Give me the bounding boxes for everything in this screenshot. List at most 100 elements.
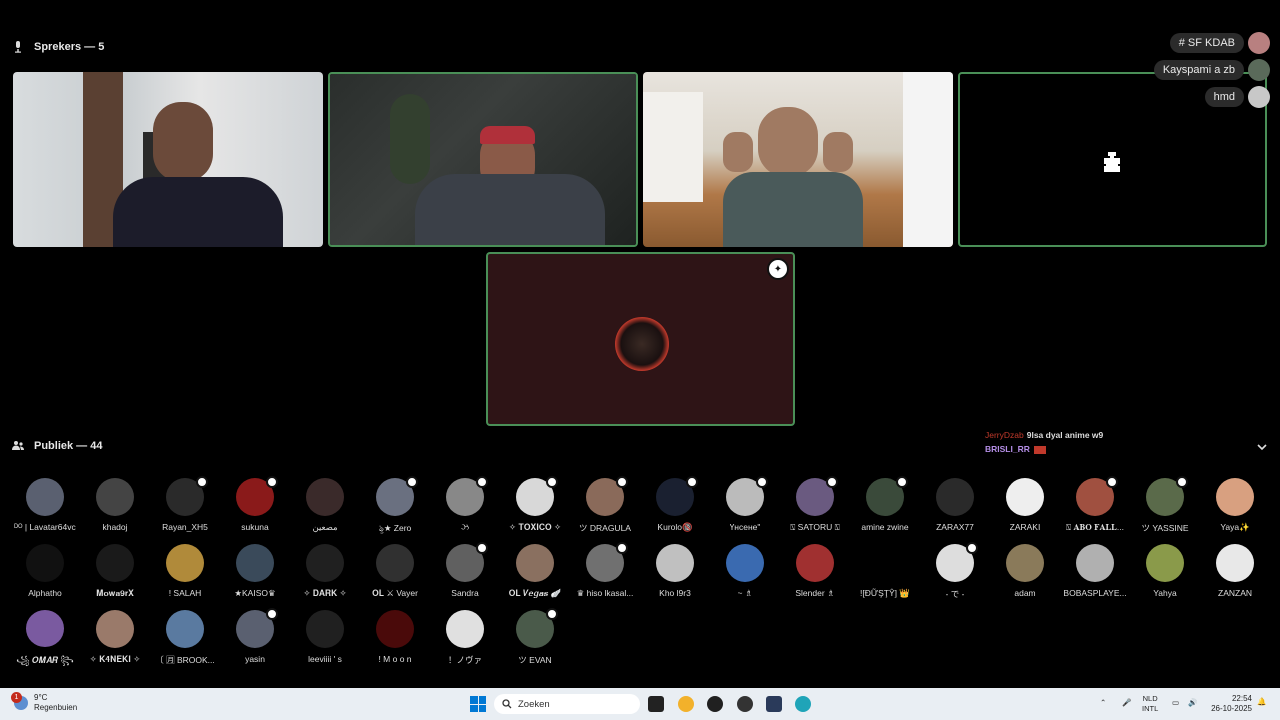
network-icon[interactable]: ▭: [1172, 698, 1179, 708]
person-arm: [723, 132, 753, 172]
audience-member[interactable]: ツ DRAGULA: [570, 476, 640, 538]
audience-member[interactable]: ! SALAH: [150, 542, 220, 604]
audience-member[interactable]: leeviiii ' s: [290, 608, 360, 670]
audience-member[interactable]: ᴰᴼ | Lavatar64vc: [10, 476, 80, 538]
audience-name: ! SALAH: [168, 588, 202, 598]
app-icon[interactable]: [737, 696, 753, 712]
audience-name: amine zwine: [861, 522, 909, 532]
notification-badge: 1: [11, 692, 22, 703]
audience-member[interactable]: Yaya✨: [1200, 476, 1270, 538]
audience-member[interactable]: ⍂ 𝐀𝐁𝐎 𝐅𝐀𝐋𝐋...: [1060, 476, 1130, 538]
status-badge-icon: [266, 476, 278, 488]
audience-member[interactable]: 𝐎𝐋 𝑽𝒆𝒈𝒂𝒔 🪽: [500, 542, 570, 604]
audience-member[interactable]: ✧ 𝐃𝐀𝐑𝐊 ✧: [290, 542, 360, 604]
audience-name: ꧁ 𝑶𝑴𝑨𝑹 ꧂: [16, 654, 74, 665]
audience-member[interactable]: 𝐎𝐋 ⚔ Vayer: [360, 542, 430, 604]
flag-icon: [1033, 445, 1046, 454]
clock[interactable]: 22:54 26-10-2025: [1211, 694, 1252, 714]
audience-member[interactable]: khadoj: [80, 476, 150, 538]
chevron-down-icon[interactable]: [1256, 441, 1268, 453]
audience-member[interactable]: sukuna: [220, 476, 290, 538]
chat-username[interactable]: JerryDzab: [985, 430, 1024, 440]
audience-member[interactable]: adam: [990, 542, 1060, 604]
audience-member[interactable]: ZARAKI: [990, 476, 1060, 538]
audience-member[interactable]: ZANZAN: [1200, 542, 1270, 604]
taskbar: 1 9°C Regenbuien Zoeken ⌃ 🎤 NLD INTL ▭ 🔊…: [0, 688, 1280, 720]
audience-member[interactable]: ! M o o n: [360, 608, 430, 670]
audience-member[interactable]: Үнсене": [710, 476, 780, 538]
audience-member[interactable]: ⍂ SATORU ⍂: [780, 476, 850, 538]
browser-icon[interactable]: [707, 696, 723, 712]
speaker-tile-5[interactable]: ✦: [486, 252, 795, 426]
audience-member[interactable]: ！ノヴァ: [430, 608, 500, 670]
avatar: [376, 610, 414, 648]
audience-member[interactable]: yasin: [220, 608, 290, 670]
search-input[interactable]: Zoeken: [494, 694, 640, 714]
language-indicator[interactable]: NLD INTL: [1142, 694, 1158, 714]
audience-member[interactable]: ツ YASSINE: [1130, 476, 1200, 538]
audience-member[interactable]: ツ EVAN: [500, 608, 570, 670]
avatar: [26, 610, 64, 647]
avatar: [96, 478, 134, 516]
avatar: [166, 610, 204, 648]
audience-name: ✧ 𝐃𝐀𝐑𝐊 ✧: [303, 588, 347, 598]
audience-member[interactable]: 〔 🈷 BROOK...: [150, 608, 220, 670]
app-icon[interactable]: [766, 696, 782, 712]
avatar: [615, 317, 669, 371]
file-explorer-icon[interactable]: [648, 696, 664, 712]
audience-member[interactable]: BOBASPLAYE...: [1060, 542, 1130, 604]
speaker-tile-3[interactable]: [643, 72, 953, 247]
weather-widget[interactable]: 1 9°C Regenbuien: [11, 692, 77, 713]
audience-member[interactable]: ![ĐỮŞŢŶ] 👑: [850, 542, 920, 604]
app-icon[interactable]: [678, 696, 694, 712]
audience-name: 〔 🈷 BROOK...: [155, 655, 215, 665]
audience-member[interactable]: - で -: [920, 542, 990, 604]
avatar: [96, 610, 134, 648]
audience-member[interactable]: Sandra: [430, 542, 500, 604]
audience-member[interactable]: ♛ hiso lkasal...: [570, 542, 640, 604]
door: [903, 72, 953, 247]
audience-member[interactable]: ✧ 𝐊𝟒𝐍𝐄𝐊𝐈 ✧: [80, 608, 150, 670]
volume-icon[interactable]: 🔊: [1188, 698, 1197, 708]
audience-name: ᴰᴼ | Lavatar64vc: [14, 522, 76, 532]
avatar: [1216, 478, 1254, 516]
edge-icon[interactable]: [795, 696, 811, 712]
audience-member[interactable]: Kho l9r3: [640, 542, 710, 604]
audience-name: ツ EVAN: [518, 655, 552, 665]
windows-start-icon[interactable]: [470, 696, 486, 712]
audience-member[interactable]: ৡ★ Zero: [360, 476, 430, 538]
audience-name: ⍂ SATORU ⍂: [790, 522, 840, 532]
audience-member[interactable]: Slender ♗: [780, 542, 850, 604]
audience-member[interactable]: 𝐌𝐨𝐰𝐚𝟗𝐫𝐗: [80, 542, 150, 604]
avatar: [306, 610, 344, 648]
microphone-icon[interactable]: 🎤: [1122, 698, 1131, 708]
audience-member[interactable]: ★KAISO♛: [220, 542, 290, 604]
audience-member[interactable]: ~ ♗: [710, 542, 780, 604]
audience-member[interactable]: Kurolo🔞: [640, 476, 710, 538]
status-badge-icon: [266, 608, 278, 620]
speaker-tile-2[interactable]: [328, 72, 638, 247]
chat-username[interactable]: BRISLI_RR: [985, 444, 1030, 454]
audience-member[interactable]: ZARAX77: [920, 476, 990, 538]
speaker-tile-1[interactable]: [13, 72, 323, 247]
audience-member[interactable]: Rayan_XH5: [150, 476, 220, 538]
chevron-up-icon[interactable]: ⌃: [1100, 698, 1106, 708]
audience-member[interactable]: ꧁ 𝑶𝑴𝑨𝑹 ꧂: [10, 608, 80, 670]
audience-member[interactable]: Yahya: [1130, 542, 1200, 604]
audience-name: ZARAX77: [936, 522, 974, 532]
pill-row[interactable]: Kayspami a zb: [1153, 59, 1270, 81]
audience-member[interactable]: مصعين: [290, 476, 360, 538]
notification-bell-icon[interactable]: 🔔: [1257, 697, 1266, 707]
audience-name: ♛ hiso lkasal...: [576, 588, 634, 598]
status-badge-icon: [476, 542, 488, 554]
pill-row[interactable]: hmd: [1204, 86, 1270, 108]
audience-member[interactable]: amine zwine: [850, 476, 920, 538]
audience-member[interactable]: Alphatho: [10, 542, 80, 604]
pill-row[interactable]: # SF KDAB: [1169, 32, 1270, 54]
audience-name: Slender ♗: [795, 588, 835, 598]
audience-member[interactable]: ઝ: [430, 476, 500, 538]
avatar: [26, 478, 64, 516]
audience-member[interactable]: ✧ 𝐓𝐎𝐗𝐈𝐂𝐎 ✧: [500, 476, 570, 538]
search-placeholder: Zoeken: [518, 698, 550, 710]
audience-name: Kurolo🔞: [657, 522, 693, 532]
